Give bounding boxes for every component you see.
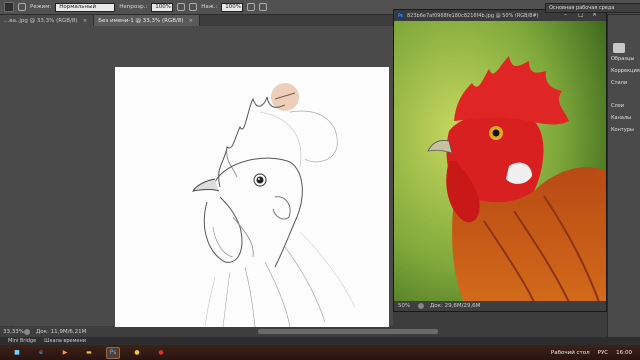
mode-value: Нормальный bbox=[59, 4, 97, 10]
photoshop-icon[interactable]: Ps bbox=[106, 346, 120, 359]
opacity-value: 100% bbox=[155, 4, 171, 10]
photoshop-window: Режим: Нормальный Непрозр.: 100% Наж.: 1… bbox=[0, 0, 640, 360]
workspace-switcher[interactable]: Основная рабочая среда bbox=[545, 3, 640, 13]
panel-styles[interactable]: Стили bbox=[608, 77, 640, 89]
photo-window-title: 823b6e7af0968fe180c8216f4b.jpg @ 50% (RG… bbox=[407, 12, 539, 19]
chrome-icon[interactable]: ● bbox=[130, 347, 144, 359]
photo-zoom-level[interactable]: 50% bbox=[394, 303, 418, 309]
tab-photo-doc[interactable]: ...ва..jpg @ 33,3% (RGB/8) × bbox=[0, 15, 95, 26]
panel-swatches[interactable]: Образцы bbox=[608, 53, 640, 65]
document-status-bar: 33,33% Док: 11,9M/6,21M bbox=[0, 327, 438, 337]
opacity-label: Непрозр.: bbox=[119, 4, 148, 10]
opacity-field[interactable]: 100% bbox=[151, 2, 174, 12]
rooster-photo-art bbox=[394, 21, 606, 302]
clock[interactable]: 16:00 bbox=[616, 350, 632, 356]
document-tabs: ...ва..jpg @ 33,3% (RGB/8) × Без имени-1 … bbox=[0, 15, 393, 26]
system-tray: Рабочий стол РУС 16:00 bbox=[551, 345, 640, 360]
record-icon[interactable]: ● bbox=[154, 347, 168, 359]
size-pressure-icon[interactable] bbox=[259, 3, 268, 11]
rooster-photo bbox=[394, 21, 606, 302]
rooster-sketch bbox=[191, 83, 356, 327]
pressure-label: Наж.: bbox=[201, 4, 218, 10]
panel-channels[interactable]: Каналы bbox=[608, 112, 640, 124]
tab-untitled-doc[interactable]: Без имени-1 @ 33,3% (RGB/8) × bbox=[94, 15, 201, 26]
doc-size: Док: 11,9M/6,21M bbox=[36, 329, 87, 335]
zoom-level[interactable]: 33,33% bbox=[0, 329, 24, 335]
panel-label: Коррекция bbox=[611, 68, 640, 74]
airbrush-icon[interactable] bbox=[189, 3, 198, 11]
ps-icon: Ps bbox=[397, 12, 404, 19]
panel-label: Контуры bbox=[611, 127, 634, 133]
status-info-icon[interactable] bbox=[24, 329, 30, 335]
opacity-pressure-icon[interactable] bbox=[177, 3, 186, 11]
panel-layers[interactable]: Слои bbox=[608, 100, 640, 112]
panel-label: Слои bbox=[611, 103, 624, 109]
mode-select[interactable]: Нормальный bbox=[55, 2, 116, 12]
photo-status-bar: 50% Док: 29,6M/29,6M bbox=[394, 301, 606, 311]
media-player-icon[interactable]: ▶ bbox=[58, 347, 72, 359]
swatches-panel-icon[interactable] bbox=[613, 43, 625, 53]
language-indicator[interactable]: РУС bbox=[598, 350, 609, 356]
brush-tool-preset-icon[interactable] bbox=[4, 2, 14, 12]
panel-label: Образцы bbox=[611, 56, 635, 62]
tab-mini-bridge[interactable]: Mini Bridge bbox=[8, 338, 36, 344]
tab-timeline[interactable]: Шкала времени bbox=[44, 338, 86, 344]
status-info-icon[interactable] bbox=[418, 303, 424, 309]
panel-paths[interactable]: Контуры bbox=[608, 124, 640, 136]
panel-adjustments[interactable]: Коррекция bbox=[608, 65, 640, 77]
panel-label: Стили bbox=[611, 80, 628, 86]
document-canvas[interactable] bbox=[115, 67, 389, 327]
bottom-panel-tabs: Mini Bridge Шкала времени bbox=[0, 337, 640, 345]
workspace-label: Основная рабочая среда bbox=[549, 5, 615, 11]
tab-label: ...ва..jpg @ 33,3% (RGB/8) bbox=[4, 17, 78, 24]
tab-label: Без имени-1 @ 33,3% (RGB/8) bbox=[98, 17, 184, 24]
file-explorer-icon[interactable]: ▬ bbox=[82, 347, 96, 359]
desktop-label[interactable]: Рабочий стол bbox=[551, 350, 590, 356]
pressure-value: 100% bbox=[225, 4, 242, 10]
pen-pressure-icon[interactable] bbox=[247, 3, 256, 11]
start-icon[interactable]: ■ bbox=[10, 347, 24, 359]
panel-label: Каналы bbox=[611, 115, 632, 121]
internet-explorer-icon[interactable]: e bbox=[34, 347, 48, 359]
brush-panel-icon[interactable] bbox=[18, 3, 26, 11]
photo-document-window[interactable]: Ps 823b6e7af0968fe180c8216f4b.jpg @ 50% … bbox=[393, 9, 607, 312]
windows-taskbar: ■ e ▶ ▬ Ps ● ● Рабочий стол РУС 16:00 bbox=[0, 345, 640, 360]
pressure-field[interactable]: 100% bbox=[221, 2, 244, 12]
close-icon[interactable]: × bbox=[189, 18, 194, 24]
close-icon[interactable]: × bbox=[83, 18, 88, 24]
right-panel-dock: Основная рабочая среда Образцы Коррекция… bbox=[545, 3, 640, 337]
horizontal-scrollbar[interactable] bbox=[258, 329, 438, 334]
mode-label: Режим: bbox=[30, 4, 52, 10]
photo-doc-size: Док: 29,6M/29,6M bbox=[430, 303, 481, 309]
